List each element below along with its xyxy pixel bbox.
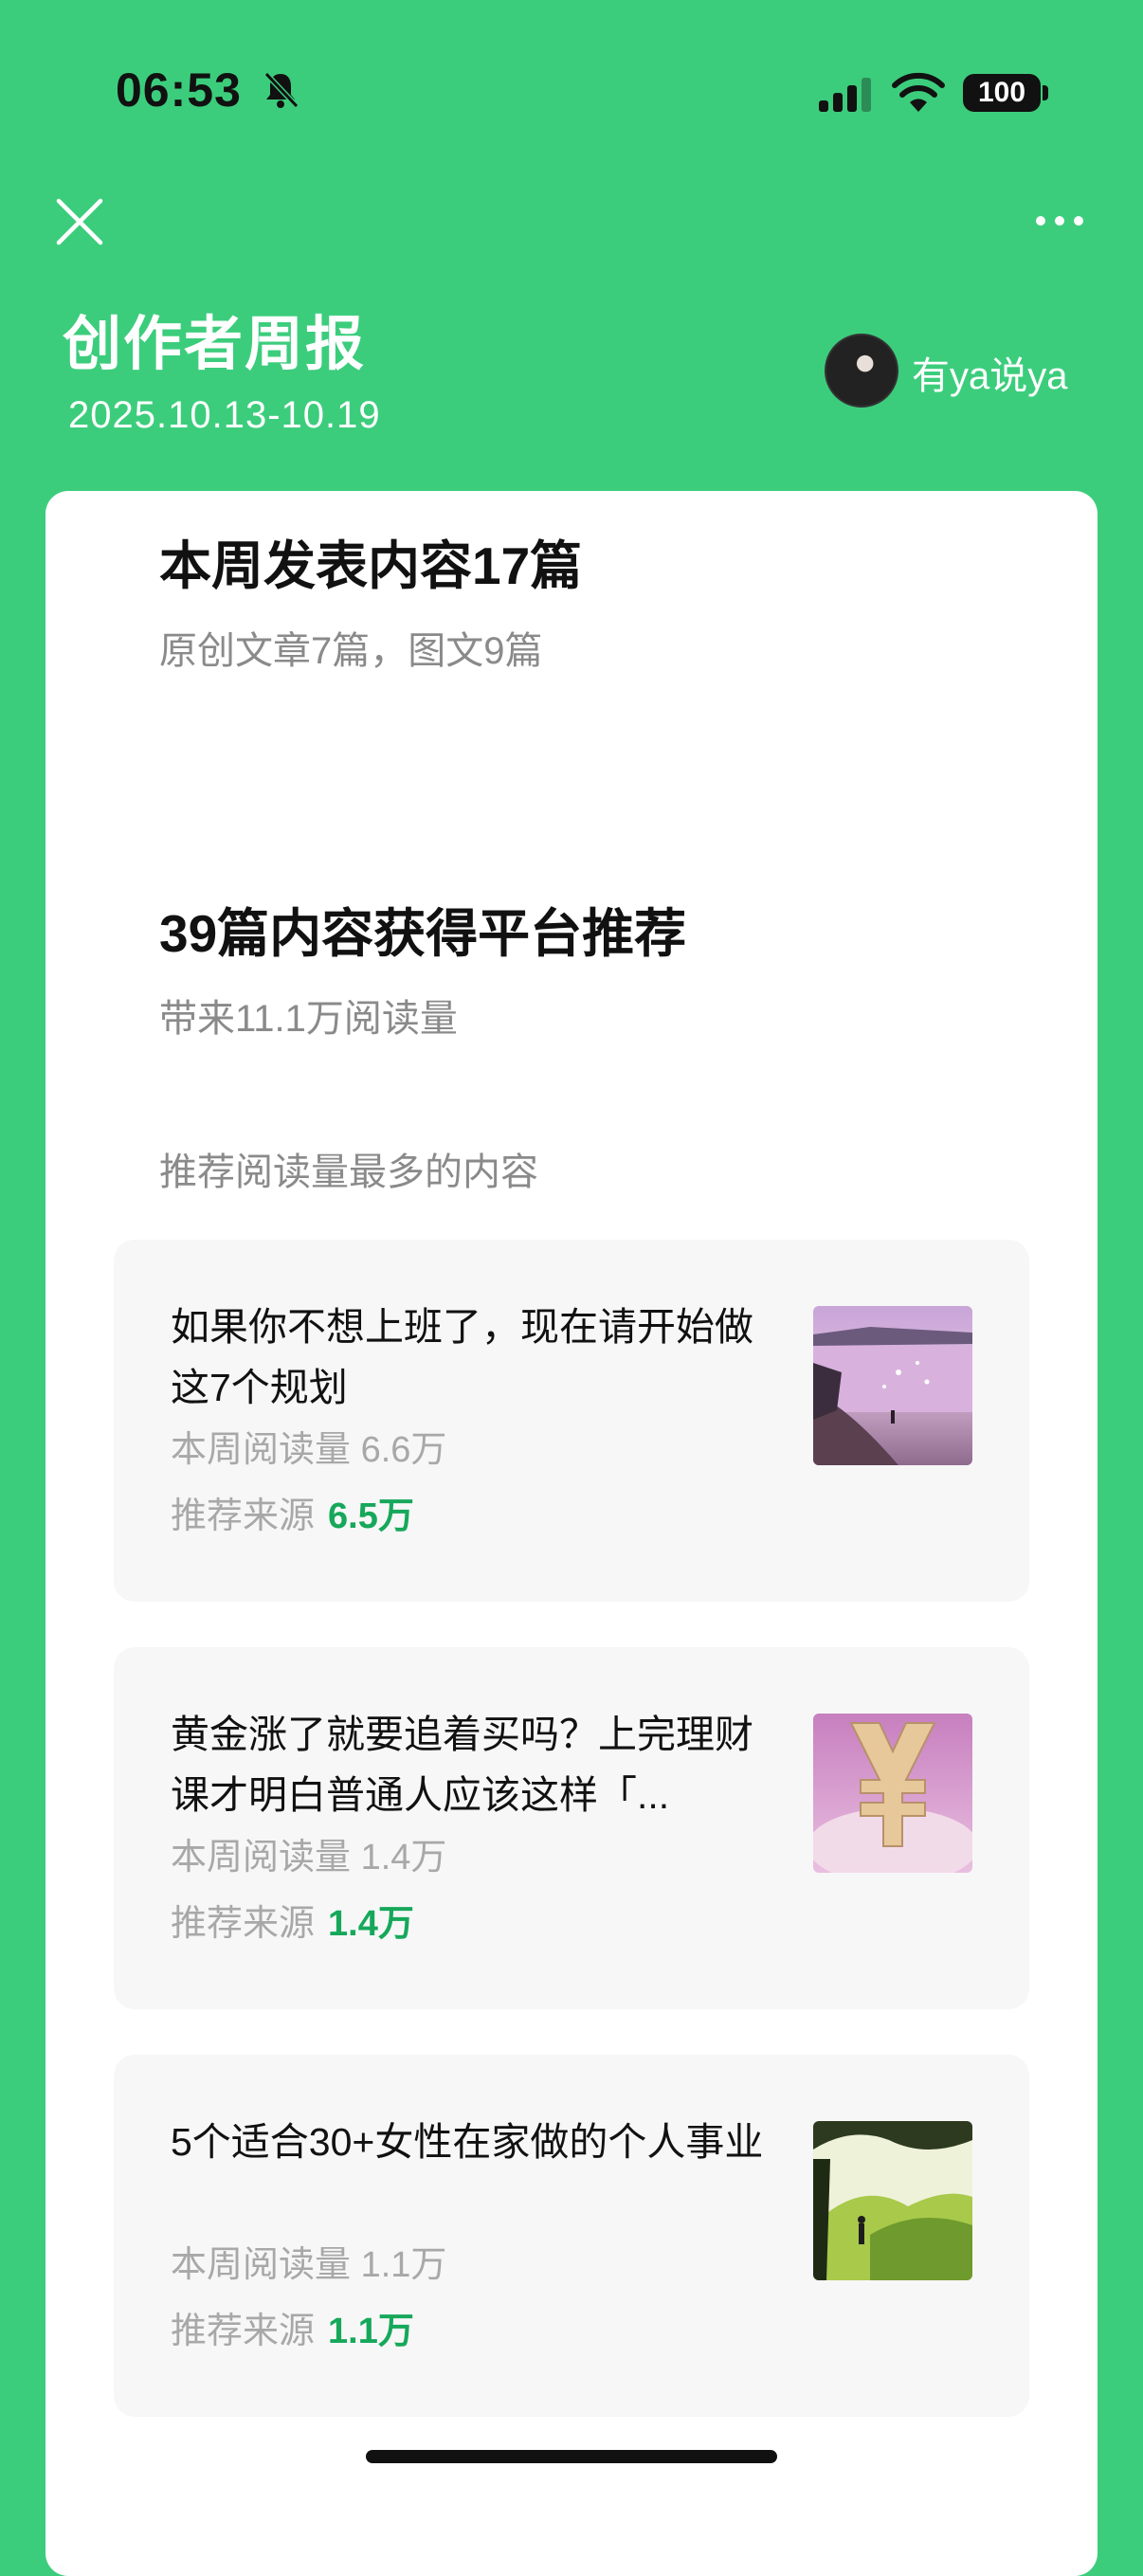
article-recommend: 推荐来源 1.4万 bbox=[171, 1894, 414, 1946]
wifi-icon bbox=[892, 72, 945, 112]
article-title[interactable]: 如果你不想上班了，现在请开始做这7个规划 bbox=[171, 1297, 777, 1418]
article-thumbnail bbox=[813, 1306, 972, 1465]
bell-slash-icon bbox=[263, 71, 299, 109]
reads-value: 1.1万 bbox=[360, 2245, 447, 2285]
page-title: 创作者周报 bbox=[63, 312, 367, 377]
reads-label: 本周阅读量 bbox=[171, 1838, 352, 1878]
signal-icon bbox=[819, 78, 871, 112]
status-bar: 06:53 100 bbox=[0, 0, 1143, 180]
article-card[interactable]: 黄金涨了就要追着买吗？上完理财课才明白普通人应该这样「... 本周阅读量 1.4… bbox=[114, 1647, 1029, 2009]
close-icon[interactable] bbox=[53, 195, 106, 248]
reads-label: 本周阅读量 bbox=[171, 1430, 352, 1470]
reads-label: 本周阅读量 bbox=[171, 2245, 352, 2285]
article-title[interactable]: 黄金涨了就要追着买吗？上完理财课才明白普通人应该这样「... bbox=[171, 1704, 777, 1825]
rec-label: 推荐来源 bbox=[171, 1497, 316, 1536]
published-sub: 原创文章7篇，图文9篇 bbox=[159, 630, 543, 672]
article-card[interactable]: 5个适合30+女性在家做的个人事业 本周阅读量 1.1万 推荐来源 1.1万 bbox=[114, 2055, 1029, 2417]
article-card[interactable]: 如果你不想上班了，现在请开始做这7个规划 本周阅读量 6.6万 推荐来源 6.5万 bbox=[114, 1240, 1029, 1602]
article-recommend: 推荐来源 1.1万 bbox=[171, 2301, 414, 2353]
rec-value: 1.1万 bbox=[328, 2312, 414, 2351]
battery-tip bbox=[1043, 85, 1048, 100]
status-time: 06:53 bbox=[116, 63, 242, 117]
article-thumbnail bbox=[813, 1714, 972, 1873]
date-range: 2025.10.13-10.19 bbox=[68, 394, 381, 436]
article-recommend: 推荐来源 6.5万 bbox=[171, 1486, 414, 1538]
article-thumbnail bbox=[813, 2121, 972, 2280]
rec-label: 推荐来源 bbox=[171, 2312, 316, 2351]
reads-value: 1.4万 bbox=[360, 1838, 447, 1878]
rec-label: 推荐来源 bbox=[171, 1904, 316, 1944]
author-name[interactable]: 有ya说ya bbox=[912, 345, 1068, 400]
battery-indicator: 100 bbox=[963, 74, 1041, 112]
report-card: 本周发表内容17篇 原创文章7篇，图文9篇 39篇内容获得平台推荐 带来11.1… bbox=[45, 491, 1098, 2576]
rec-value: 6.5万 bbox=[328, 1497, 414, 1536]
article-title[interactable]: 5个适合30+女性在家做的个人事业 bbox=[171, 2112, 777, 2172]
home-indicator[interactable] bbox=[366, 2450, 777, 2463]
avatar[interactable] bbox=[825, 334, 898, 408]
article-reads: 本周阅读量 1.1万 bbox=[171, 2235, 446, 2287]
recommended-sub: 带来11.1万阅读量 bbox=[159, 998, 458, 1040]
reads-value: 6.6万 bbox=[360, 1430, 447, 1470]
published-heading: 本周发表内容17篇 bbox=[159, 536, 583, 595]
recommended-heading: 39篇内容获得平台推荐 bbox=[159, 904, 687, 963]
more-icon[interactable] bbox=[1031, 207, 1088, 235]
rec-value: 1.4万 bbox=[328, 1904, 414, 1944]
top-content-label: 推荐阅读量最多的内容 bbox=[159, 1152, 538, 1193]
article-reads: 本周阅读量 6.6万 bbox=[171, 1420, 446, 1472]
article-reads: 本周阅读量 1.4万 bbox=[171, 1827, 446, 1879]
